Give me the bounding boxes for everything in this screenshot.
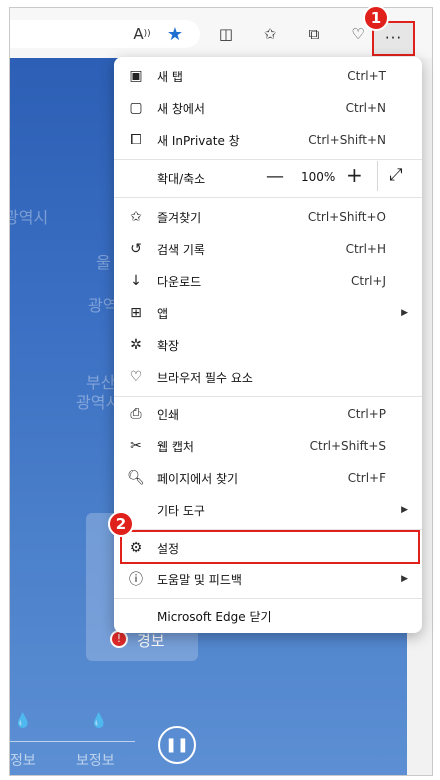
read-aloud-icon[interactable]: A)) — [130, 22, 154, 46]
menu-label: 기타 도구 — [157, 503, 205, 518]
menu-item-inprivate[interactable]: ⧠ 새 InPrivate 창 Ctrl+Shift+N — [114, 125, 422, 155]
inprivate-icon: ⧠ — [130, 132, 142, 148]
more-icon: ··· — [384, 29, 403, 47]
print-icon: ⎙ — [130, 406, 142, 422]
menu-item-print[interactable]: ⎙ 인쇄 Ctrl+P — [114, 399, 422, 429]
annotation-badge-1: 1 — [363, 5, 389, 31]
menu-label: 확장 — [157, 338, 180, 353]
zoom-in-button[interactable]: + — [346, 163, 363, 187]
menu-label: 페이지에서 찾기 — [157, 471, 239, 486]
legend-label: 경보 — [137, 632, 165, 650]
download-icon: ↓ — [130, 273, 142, 289]
map-label: 부산 — [86, 373, 116, 392]
browser-essentials-icon: ♡ — [129, 369, 143, 385]
chevron-right-icon: ▶ — [401, 574, 408, 584]
map-label: 울 — [96, 253, 111, 272]
menu-label: 새 탭 — [157, 69, 183, 84]
web-capture-icon: ✂ — [130, 438, 142, 454]
menu-label: 다운로드 — [157, 274, 202, 289]
menu-item-web-capture[interactable]: ✂ 웹 캡처 Ctrl+Shift+S — [114, 431, 422, 461]
menu-item-help[interactable]: ⓘ 도움말 및 피드백 ▶ — [114, 564, 422, 594]
bottom-label: 정보 — [10, 753, 36, 769]
drop-icon: 💧 — [14, 713, 32, 729]
favorites-icon: ✩ — [130, 209, 142, 225]
drop-icon: 💧 — [90, 713, 108, 729]
menu-shortcut: Ctrl+F — [347, 471, 386, 485]
menu-shortcut: Ctrl+Shift+S — [309, 439, 386, 453]
menu-item-history[interactable]: ↺ 검색 기록 Ctrl+H — [114, 234, 422, 264]
bottom-label: 보정보 — [76, 753, 115, 769]
menu-divider — [114, 197, 422, 198]
find-icon: 🔍︎ — [127, 470, 145, 486]
help-icon: ⓘ — [129, 572, 143, 588]
menu-label: 도움말 및 피드백 — [157, 572, 242, 587]
menu-label: 검색 기록 — [157, 242, 205, 257]
menu-item-favorites[interactable]: ✩ 즐겨찾기 Ctrl+Shift+O — [114, 202, 422, 232]
chevron-right-icon: ▶ — [401, 505, 408, 515]
menu-shortcut: Ctrl+P — [347, 407, 386, 421]
pause-button[interactable]: ❚❚ — [158, 726, 196, 764]
favorites-icon[interactable]: ✩ — [258, 22, 282, 46]
zoom-level: 100% — [301, 170, 336, 184]
annotation-badge-2: 2 — [108, 511, 134, 537]
menu-label: 웹 캡처 — [157, 439, 194, 454]
split-screen-icon[interactable]: ◫ — [214, 22, 238, 46]
apps-icon: ⊞ — [130, 305, 142, 321]
extensions-icon: ✲ — [130, 337, 142, 353]
chevron-right-icon: ▶ — [401, 308, 408, 318]
menu-divider — [377, 161, 378, 191]
menu-label: 인쇄 — [157, 407, 180, 422]
map-label: 광역시 — [10, 208, 49, 227]
menu-shortcut: Ctrl+Shift+N — [308, 133, 386, 147]
menu-item-extensions[interactable]: ✲ 확장 — [114, 330, 422, 360]
new-window-icon: ▢ — [129, 100, 143, 116]
menu-label: 즐겨찾기 — [157, 210, 202, 225]
menu-item-new-tab[interactable]: ▣ 새 탭 Ctrl+T — [114, 61, 422, 91]
collections-icon[interactable]: ⧉ — [302, 22, 326, 46]
menu-label: Microsoft Edge 닫기 — [157, 609, 272, 624]
menu-item-apps[interactable]: ⊞ 앱 ▶ — [114, 298, 422, 328]
menu-item-new-window[interactable]: ▢ 새 창에서 Ctrl+N — [114, 93, 422, 123]
history-icon: ↺ — [130, 241, 142, 257]
settings-highlight — [120, 530, 420, 564]
menu-item-find-on-page[interactable]: 🔍︎ 페이지에서 찾기 Ctrl+F — [114, 463, 422, 493]
menu-label: 새 창에서 — [157, 101, 205, 116]
menu-label: 브라우저 필수 요소 — [157, 370, 253, 385]
menu-shortcut: Ctrl+Shift+O — [307, 210, 386, 224]
favorite-star-icon[interactable]: ★ — [163, 22, 187, 46]
timeline-line — [10, 741, 135, 742]
menu-label: 확대/축소 — [157, 171, 206, 186]
menu-label: 새 InPrivate 창 — [157, 133, 240, 148]
menu-item-more-tools[interactable]: 기타 도구 ▶ — [114, 495, 422, 525]
zoom-out-button[interactable]: — — [266, 166, 284, 187]
menu-divider — [114, 159, 422, 160]
menu-shortcut: Ctrl+J — [351, 274, 386, 288]
menu-item-browser-essentials[interactable]: ♡ 브라우저 필수 요소 — [114, 362, 422, 392]
menu-item-downloads[interactable]: ↓ 다운로드 Ctrl+J — [114, 266, 422, 296]
menu-label: 앱 — [157, 306, 169, 321]
menu-item-close-edge[interactable]: Microsoft Edge 닫기 — [114, 601, 422, 631]
menu-shortcut: Ctrl+N — [345, 101, 386, 115]
menu-shortcut: Ctrl+T — [347, 69, 386, 83]
menu-shortcut: Ctrl+H — [345, 242, 386, 256]
new-tab-icon: ▣ — [129, 68, 143, 84]
menu-divider — [114, 396, 422, 397]
fullscreen-icon[interactable]: ⤢ — [389, 165, 403, 185]
menu-divider — [114, 598, 422, 599]
